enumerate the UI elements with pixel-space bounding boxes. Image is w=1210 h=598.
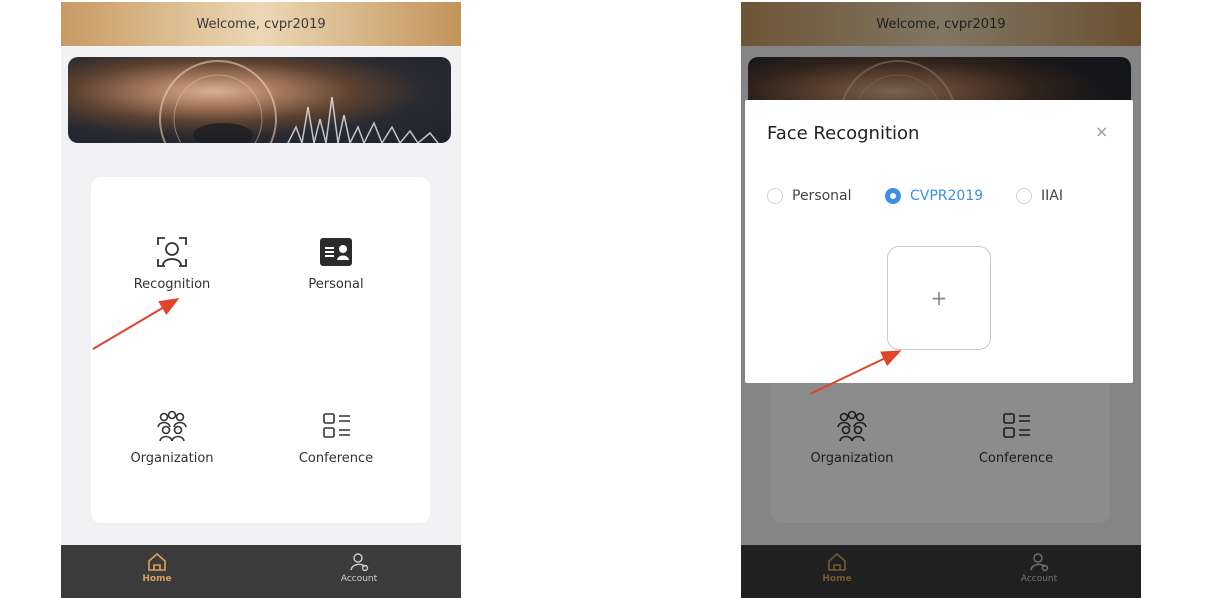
- personal-label: Personal: [308, 277, 364, 292]
- radio-personal[interactable]: Personal: [767, 188, 852, 204]
- tab-account-label: Account: [340, 574, 378, 584]
- personal-tile[interactable]: Personal: [261, 235, 411, 292]
- menu-card: Recognition Personal Organization Confer…: [91, 177, 430, 523]
- welcome-text: Welcome, cvpr2019: [196, 16, 326, 32]
- banner-image: [68, 57, 451, 143]
- recognition-tile[interactable]: Recognition: [97, 235, 247, 292]
- radio-iiai[interactable]: IIAI: [1016, 188, 1063, 204]
- bottom-tab-bar: Home Account: [61, 545, 461, 598]
- dialog-title: Face Recognition: [767, 123, 920, 144]
- group-icon: [155, 409, 189, 443]
- recognition-label: Recognition: [133, 277, 211, 292]
- id-card-icon: [319, 235, 353, 269]
- radio-label: CVPR2019: [910, 188, 984, 204]
- list-icon: [319, 409, 353, 443]
- organization-label: Organization: [130, 451, 214, 466]
- account-icon: [350, 553, 369, 572]
- tab-home-label: Home: [142, 574, 172, 584]
- welcome-header: Welcome, cvpr2019: [61, 2, 461, 46]
- conference-tile[interactable]: Conference: [261, 409, 411, 466]
- tab-home[interactable]: Home: [112, 552, 202, 584]
- image-upload-button[interactable]: +: [887, 246, 991, 350]
- organization-tile[interactable]: Organization: [97, 409, 247, 466]
- close-icon[interactable]: ×: [1095, 122, 1108, 141]
- radio-circle-checked: [885, 188, 901, 204]
- tab-account[interactable]: Account: [314, 552, 404, 584]
- plus-icon: +: [930, 286, 948, 310]
- radio-circle: [1016, 188, 1032, 204]
- radio-label: IIAI: [1041, 188, 1063, 204]
- radio-cvpr2019[interactable]: CVPR2019: [885, 188, 983, 204]
- radio-circle: [767, 188, 783, 204]
- home-icon: [148, 552, 166, 571]
- face-scan-icon: [155, 235, 189, 269]
- phone-face-recognition-dialog: Welcome, cvpr2019 Organization Conferenc…: [741, 2, 1141, 598]
- conference-label: Conference: [298, 451, 374, 466]
- radio-label: Personal: [792, 188, 852, 204]
- face-recognition-dialog: Face Recognition × Personal CVPR2019 IIA…: [745, 100, 1133, 383]
- phone-home-screen: Welcome, cvpr2019 Recognition Personal O…: [61, 2, 461, 598]
